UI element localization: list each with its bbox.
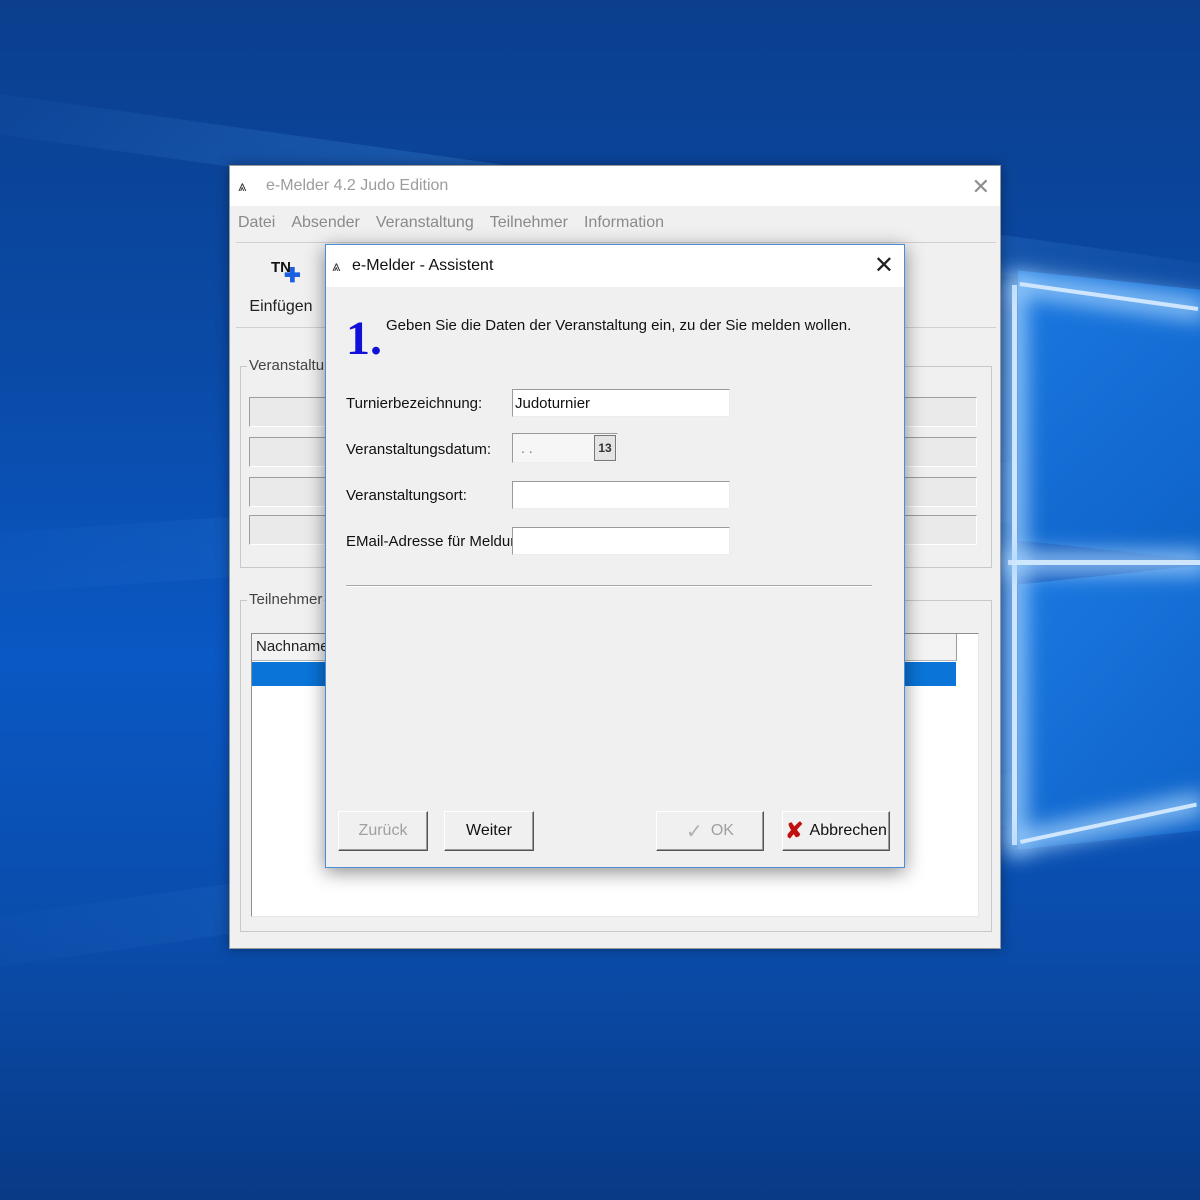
cancel-button[interactable]: ✘ Abbrechen [782,811,890,851]
menu-information[interactable]: Information [584,214,664,232]
ok-button[interactable]: ✓ OK [656,811,764,851]
menu-bar: Datei Absender Veranstaltung Teilnehmer … [230,206,1000,240]
tournament-input[interactable] [512,389,730,417]
plus-icon: ✚ [284,265,301,287]
windows-logo-glow [1008,560,1200,565]
app-icon: ⩓ [238,177,247,195]
insert-button-label: Einfügen [249,298,313,315]
insert-participant-icon: TN [271,259,291,276]
step-instruction: Geben Sie die Daten der Veranstaltung ei… [386,317,852,334]
app-icon: ⩓ [332,257,341,275]
back-button-label: Zurück [358,822,408,839]
windows-logo-pane [1018,270,1200,560]
insert-participant-button[interactable]: TN ✚ Einfügen [244,249,318,325]
separator [346,585,872,587]
email-input[interactable] [512,527,730,555]
next-button[interactable]: Weiter [444,811,534,851]
column-nachname[interactable]: Nachname [256,638,329,655]
back-button[interactable]: Zurück [338,811,428,851]
dialog-title-bar[interactable]: ⩓ e-Melder - Assistent ✕ [326,245,904,287]
menu-absender[interactable]: Absender [291,214,360,232]
cancel-x-icon: ✘ [785,818,804,843]
email-label: EMail-Adresse für Meldung: [346,533,532,550]
tournament-label: Turnierbezeichnung: [346,395,483,412]
location-label: Veranstaltungsort: [346,487,467,504]
location-input[interactable] [512,481,730,509]
date-value: . . [521,440,533,456]
participants-group-label: Teilnehmer [247,591,325,608]
main-window-title: e-Melder 4.2 Judo Edition [266,177,449,194]
checkmark-icon: ✓ [686,820,703,843]
next-button-label: Weiter [466,822,512,839]
main-close-icon[interactable]: ✕ [972,174,990,200]
calendar-icon[interactable]: 13 [594,435,616,461]
windows-logo-glow [1012,285,1017,845]
menu-datei[interactable]: Datei [238,214,275,232]
assistant-dialog: ⩓ e-Melder - Assistent ✕ 1. Geben Sie di… [325,244,905,868]
main-title-bar[interactable]: ⩓ e-Melder 4.2 Judo Edition ✕ [230,166,1000,206]
dialog-close-icon[interactable]: ✕ [874,251,894,280]
date-label: Veranstaltungsdatum: [346,441,492,458]
menu-veranstaltung[interactable]: Veranstaltung [376,214,474,232]
ok-button-label: OK [710,822,734,839]
step-number: 1. [346,312,382,365]
dialog-title: e-Melder - Assistent [352,257,494,274]
cancel-button-label: Abbrechen [809,822,887,839]
menu-teilnehmer[interactable]: Teilnehmer [490,214,568,232]
